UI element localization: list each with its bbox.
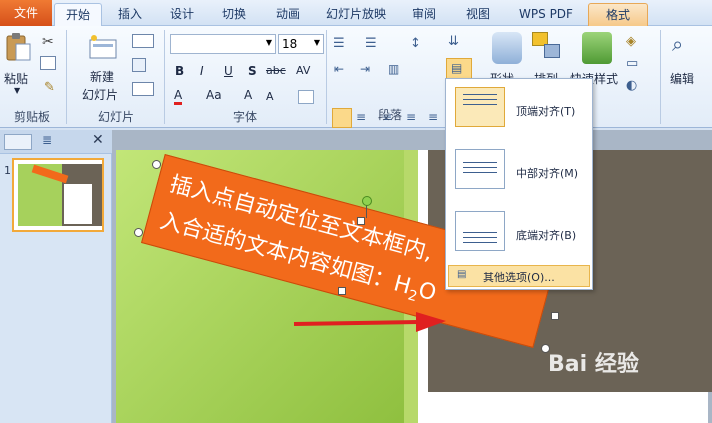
align-top-option[interactable]: 顶端对齐(T) <box>446 83 592 145</box>
editing-button[interactable]: 编辑 <box>670 70 694 87</box>
group-label-font: 字体 <box>232 110 257 124</box>
tab-slideshow[interactable]: 幻灯片放映 <box>320 3 392 26</box>
text-direction-icon[interactable]: ⇊ <box>448 34 459 49</box>
resize-handle[interactable] <box>551 312 559 320</box>
resize-handle[interactable] <box>338 287 346 295</box>
divider <box>660 30 661 124</box>
rotation-handle[interactable] <box>362 196 372 206</box>
watermark-logo: Bai 经验 <box>548 352 639 377</box>
resize-handle[interactable] <box>357 217 365 225</box>
arrange-icon[interactable] <box>532 32 562 64</box>
align-bottom-label: 底端对齐(B) <box>516 229 577 242</box>
more-options-item[interactable]: ▤ 其他选项(O)... <box>448 265 590 287</box>
thumbnail-tab[interactable] <box>4 134 32 150</box>
italic-button[interactable]: I <box>200 64 204 78</box>
textbox-suffix: O <box>415 277 439 307</box>
quick-style-icon[interactable] <box>582 32 612 64</box>
slide-thumbnail[interactable] <box>12 158 104 232</box>
align-middle-option[interactable]: 中部对齐(M) <box>446 145 592 207</box>
tab-format[interactable]: 格式 <box>588 3 648 26</box>
columns-icon[interactable]: ▥ <box>388 62 399 76</box>
align-text-button[interactable]: ▤ <box>446 58 472 80</box>
outline-tab-icon[interactable]: ≣ <box>42 133 52 147</box>
tab-review[interactable]: 审阅 <box>404 3 444 26</box>
change-case-button[interactable]: Aa <box>206 88 222 102</box>
align-top-thumb <box>455 87 505 127</box>
tab-home[interactable]: 开始 <box>54 3 102 26</box>
find-icon[interactable]: ⌕ <box>672 32 683 56</box>
shape-icon[interactable] <box>492 32 522 64</box>
fill-color-icon[interactable]: ◈ <box>626 34 636 49</box>
bullet-list-icon[interactable]: ☰ <box>333 36 345 51</box>
group-label-slides: 幻灯片 <box>97 110 134 124</box>
chevron-down-icon: ▼ <box>265 38 272 47</box>
divider <box>66 30 67 124</box>
align-top-label: 顶端对齐(T) <box>516 105 576 118</box>
more-options-icon: ▤ <box>457 269 467 280</box>
resize-handle[interactable] <box>152 160 161 169</box>
effects-icon[interactable]: ◐ <box>626 78 637 93</box>
align-text-icon: ▤ <box>451 61 463 75</box>
reset-icon[interactable] <box>132 58 146 72</box>
grow-font-button[interactable]: A <box>244 88 252 102</box>
outline-icon[interactable]: ▭ <box>626 56 638 71</box>
line-spacing-icon[interactable]: ↕ <box>410 36 421 51</box>
resize-handle[interactable] <box>134 228 143 237</box>
red-arrow-icon <box>293 312 446 332</box>
font-size-value: 18 <box>282 37 298 51</box>
font-name-input[interactable]: ▼ <box>170 34 276 54</box>
group-label-paragraph: 段落 <box>377 108 402 122</box>
layout-icon[interactable] <box>132 34 154 48</box>
ribbon-tab-bar: 文件 开始 插入 设计 切换 动画 幻灯片放映 审阅 视图 WPS PDF 格式 <box>0 0 712 26</box>
tab-transitions[interactable]: 切换 <box>212 3 256 26</box>
strikethrough-button[interactable]: abc <box>266 64 286 77</box>
paste-button[interactable]: 粘贴 ▼ <box>2 32 34 95</box>
increase-indent-icon[interactable]: ⇥ <box>360 62 370 76</box>
clear-format-icon[interactable] <box>298 90 314 104</box>
tab-view[interactable]: 视图 <box>456 3 500 26</box>
panel-tabs: ≣ ✕ <box>0 130 112 154</box>
new-slide-icon <box>89 35 117 59</box>
chevron-down-icon: ▼ <box>14 86 21 95</box>
new-slide-button[interactable]: 新建 幻灯片 <box>78 32 130 102</box>
tab-animations[interactable]: 动画 <box>266 3 310 26</box>
copy-icon[interactable] <box>40 56 56 70</box>
ribbon: 粘贴 ▼ ✂ ✎ 剪贴板 新建 幻灯片 幻灯片 ▼ 18 ▼ B I U S a… <box>0 26 712 128</box>
group-label-clipboard: 剪贴板 <box>13 110 50 124</box>
watermark-url: jingyan.baidu.com <box>574 398 667 409</box>
section-icon[interactable] <box>132 82 154 96</box>
clipboard-icon <box>6 33 31 61</box>
decrease-indent-icon[interactable]: ⇤ <box>334 62 344 76</box>
paste-label: 粘贴 <box>4 72 29 86</box>
new-slide-label-1: 新建 <box>90 70 115 84</box>
align-bottom-option[interactable]: 底端对齐(B) <box>446 207 592 269</box>
cut-icon[interactable]: ✂ <box>42 34 54 50</box>
shadow-button[interactable]: S <box>248 64 257 78</box>
font-size-input[interactable]: 18 ▼ <box>278 34 324 54</box>
new-slide-label-2: 幻灯片 <box>82 88 119 102</box>
format-painter-icon[interactable]: ✎ <box>44 80 55 95</box>
slide-number: 1 <box>4 164 11 177</box>
char-spacing-button[interactable]: AV <box>296 64 310 77</box>
slide-thumbnail-panel: ≣ ✕ 1 <box>0 130 112 423</box>
vertical-align-dropdown: 顶端对齐(T) 中部对齐(M) 底端对齐(B) ▤ 其他选项(O)... <box>445 78 593 290</box>
tab-file[interactable]: 文件 <box>0 0 52 26</box>
divider <box>326 30 327 124</box>
numbered-list-icon[interactable]: ☰ <box>365 36 377 51</box>
close-icon[interactable]: ✕ <box>92 132 104 148</box>
align-middle-label: 中部对齐(M) <box>516 167 579 180</box>
align-bottom-thumb <box>455 211 505 251</box>
chevron-down-icon: ▼ <box>313 38 320 47</box>
align-middle-thumb <box>455 149 505 189</box>
shrink-font-button[interactable]: A <box>266 90 274 103</box>
underline-button[interactable]: U <box>224 64 233 78</box>
tab-design[interactable]: 设计 <box>160 3 204 26</box>
more-options-label: 其他选项(O)... <box>483 271 555 284</box>
bold-button[interactable]: B <box>175 64 184 78</box>
font-color-button[interactable]: A <box>174 88 183 105</box>
tab-wps-pdf[interactable]: WPS PDF <box>510 3 582 26</box>
divider <box>164 30 165 124</box>
tab-insert[interactable]: 插入 <box>108 3 152 26</box>
